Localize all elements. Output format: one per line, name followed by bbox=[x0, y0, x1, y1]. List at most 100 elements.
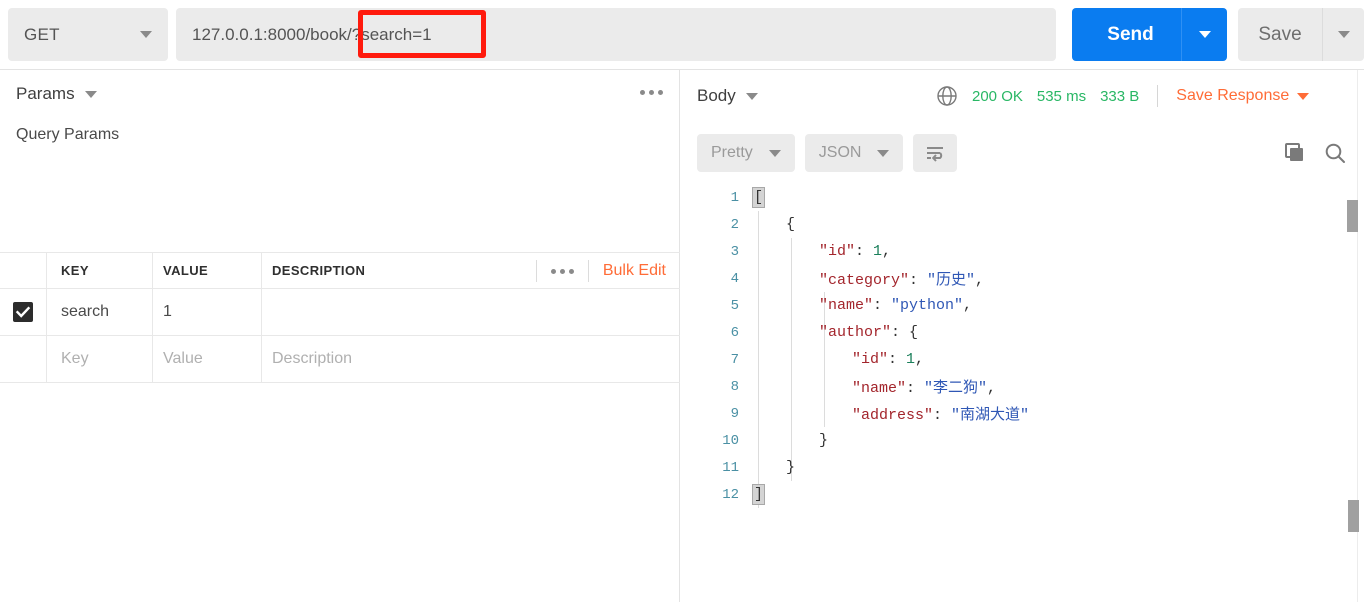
line-number: 5 bbox=[730, 297, 739, 314]
response-format-dropdown[interactable]: Pretty bbox=[697, 134, 795, 172]
json-line: 12] bbox=[681, 481, 1364, 508]
save-response-label: Save Response bbox=[1176, 87, 1290, 104]
json-line: 4 "category": "历史", bbox=[681, 265, 1364, 292]
response-toolbar-actions bbox=[1284, 122, 1346, 184]
chevron-down-icon bbox=[1297, 92, 1310, 100]
line-number: 8 bbox=[730, 378, 739, 395]
header-value: VALUE bbox=[153, 253, 262, 288]
empty-row-value-input[interactable]: Value bbox=[153, 336, 262, 382]
json-line-content: } bbox=[753, 459, 795, 476]
json-token: "历史" bbox=[927, 272, 976, 289]
json-token: "category" bbox=[819, 272, 910, 289]
json-line: 2{ bbox=[681, 211, 1364, 238]
json-line-content: { bbox=[753, 216, 795, 233]
row-checkbox-cell-empty bbox=[0, 336, 47, 382]
word-wrap-icon bbox=[927, 147, 944, 162]
matching-bracket: [ bbox=[751, 187, 766, 208]
line-number: 1 bbox=[730, 189, 739, 206]
chevron-down-icon[interactable] bbox=[745, 92, 758, 100]
table-row: search 1 bbox=[0, 289, 680, 336]
chevron-down-icon bbox=[1198, 31, 1211, 38]
url-text: 127.0.0.1:8000/book/?search=1 bbox=[192, 24, 432, 44]
response-format-label: Pretty bbox=[711, 144, 753, 161]
response-body-json-viewer[interactable]: 1 [2{ 3 "id": 1, 4 "category": "历史", 5 "name": … bbox=[681, 184, 1364, 602]
response-language-label: JSON bbox=[818, 144, 862, 161]
row-value-input[interactable]: 1 bbox=[153, 289, 262, 335]
table-more-options-icon[interactable] bbox=[537, 268, 588, 274]
json-token: : bbox=[891, 324, 910, 341]
params-more-options-icon[interactable] bbox=[640, 90, 663, 95]
response-scrollbar-thumb-bottom[interactable] bbox=[1348, 500, 1359, 532]
line-number: 12 bbox=[722, 486, 739, 503]
url-input[interactable]: 127.0.0.1:8000/book/?search=1 bbox=[176, 8, 1056, 61]
response-pane: Body 200 OK 535 ms 333 B Save Response P… bbox=[681, 70, 1364, 602]
header-checkbox-cell bbox=[0, 253, 47, 288]
json-token: 1 bbox=[873, 243, 883, 260]
json-token: "id" bbox=[852, 351, 889, 368]
response-size: 333 B bbox=[1100, 87, 1140, 105]
line-number: 7 bbox=[730, 351, 739, 368]
checkbox-checked-icon[interactable] bbox=[13, 302, 33, 322]
params-tab-header: Params bbox=[0, 70, 680, 118]
json-line-content: "category": "历史", bbox=[753, 268, 984, 289]
http-method-label: GET bbox=[24, 24, 60, 44]
header-key: KEY bbox=[47, 253, 153, 288]
json-token: , bbox=[915, 351, 925, 368]
json-token: : bbox=[873, 297, 892, 314]
chevron-down-icon bbox=[877, 149, 890, 157]
json-token: 1 bbox=[906, 351, 916, 368]
json-token: } bbox=[786, 459, 796, 476]
response-body-tab-label[interactable]: Body bbox=[697, 86, 736, 106]
json-line-content: "name": "李二狗", bbox=[753, 376, 996, 397]
json-line-content: "author": { bbox=[753, 324, 918, 341]
json-token: "李二狗" bbox=[924, 380, 988, 397]
response-language-dropdown[interactable]: JSON bbox=[804, 134, 904, 172]
line-number: 6 bbox=[730, 324, 739, 341]
bulk-edit-button[interactable]: Bulk Edit bbox=[589, 262, 680, 280]
request-url-bar: GET 127.0.0.1:8000/book/?search=1 Send S… bbox=[0, 0, 1364, 70]
line-number: 10 bbox=[722, 432, 739, 449]
save-button[interactable]: Save bbox=[1238, 8, 1364, 61]
chevron-down-icon[interactable] bbox=[84, 90, 97, 98]
save-response-button[interactable]: Save Response bbox=[1176, 87, 1310, 105]
copy-icon[interactable] bbox=[1284, 142, 1306, 164]
search-icon[interactable] bbox=[1324, 142, 1346, 164]
save-button-label: Save bbox=[1258, 23, 1302, 45]
line-number: 3 bbox=[730, 243, 739, 260]
chevron-down-icon bbox=[768, 149, 781, 157]
json-token: , bbox=[987, 380, 997, 397]
json-token: "address" bbox=[852, 407, 934, 424]
response-header: Body 200 OK 535 ms 333 B Save Response bbox=[681, 70, 1364, 122]
line-number: 11 bbox=[722, 459, 739, 476]
json-token: "name" bbox=[852, 380, 907, 397]
json-line-content: "id": 1, bbox=[753, 243, 891, 260]
wrap-lines-button[interactable] bbox=[913, 134, 958, 172]
row-key-input[interactable]: search bbox=[47, 289, 153, 335]
json-token: : bbox=[855, 243, 874, 260]
json-line: 5 "name": "python", bbox=[681, 292, 1364, 319]
save-options-dropdown[interactable] bbox=[1322, 8, 1364, 61]
json-line: 7 "id": 1, bbox=[681, 346, 1364, 373]
empty-row-description-input[interactable]: Description bbox=[262, 336, 680, 382]
json-line-content: } bbox=[753, 432, 828, 449]
response-scrollbar-thumb-top[interactable] bbox=[1347, 200, 1358, 232]
send-button[interactable]: Send bbox=[1072, 8, 1227, 61]
line-number: 9 bbox=[730, 405, 739, 422]
json-token: } bbox=[819, 432, 829, 449]
json-line-content: "address": "南湖大道" bbox=[753, 403, 1029, 424]
row-description-input[interactable] bbox=[262, 289, 680, 335]
send-options-dropdown[interactable] bbox=[1181, 8, 1227, 61]
json-line-list: 1 [2{ 3 "id": 1, 4 "category": "历史", 5 "name": … bbox=[681, 184, 1364, 508]
http-method-dropdown[interactable]: GET bbox=[8, 8, 168, 61]
json-line-content: [ bbox=[751, 187, 766, 208]
empty-row-key-input[interactable]: Key bbox=[47, 336, 153, 382]
query-params-label: Query Params bbox=[16, 126, 120, 143]
response-status-group: 200 OK 535 ms 333 B Save Response bbox=[936, 70, 1310, 122]
params-tab-label[interactable]: Params bbox=[16, 84, 75, 104]
globe-icon bbox=[937, 86, 957, 106]
json-token: "name" bbox=[819, 297, 874, 314]
json-token: : bbox=[933, 407, 952, 424]
table-row-empty: Key Value Description bbox=[0, 336, 680, 383]
json-token: { bbox=[909, 324, 919, 341]
json-line: 8 "name": "李二狗", bbox=[681, 373, 1364, 400]
